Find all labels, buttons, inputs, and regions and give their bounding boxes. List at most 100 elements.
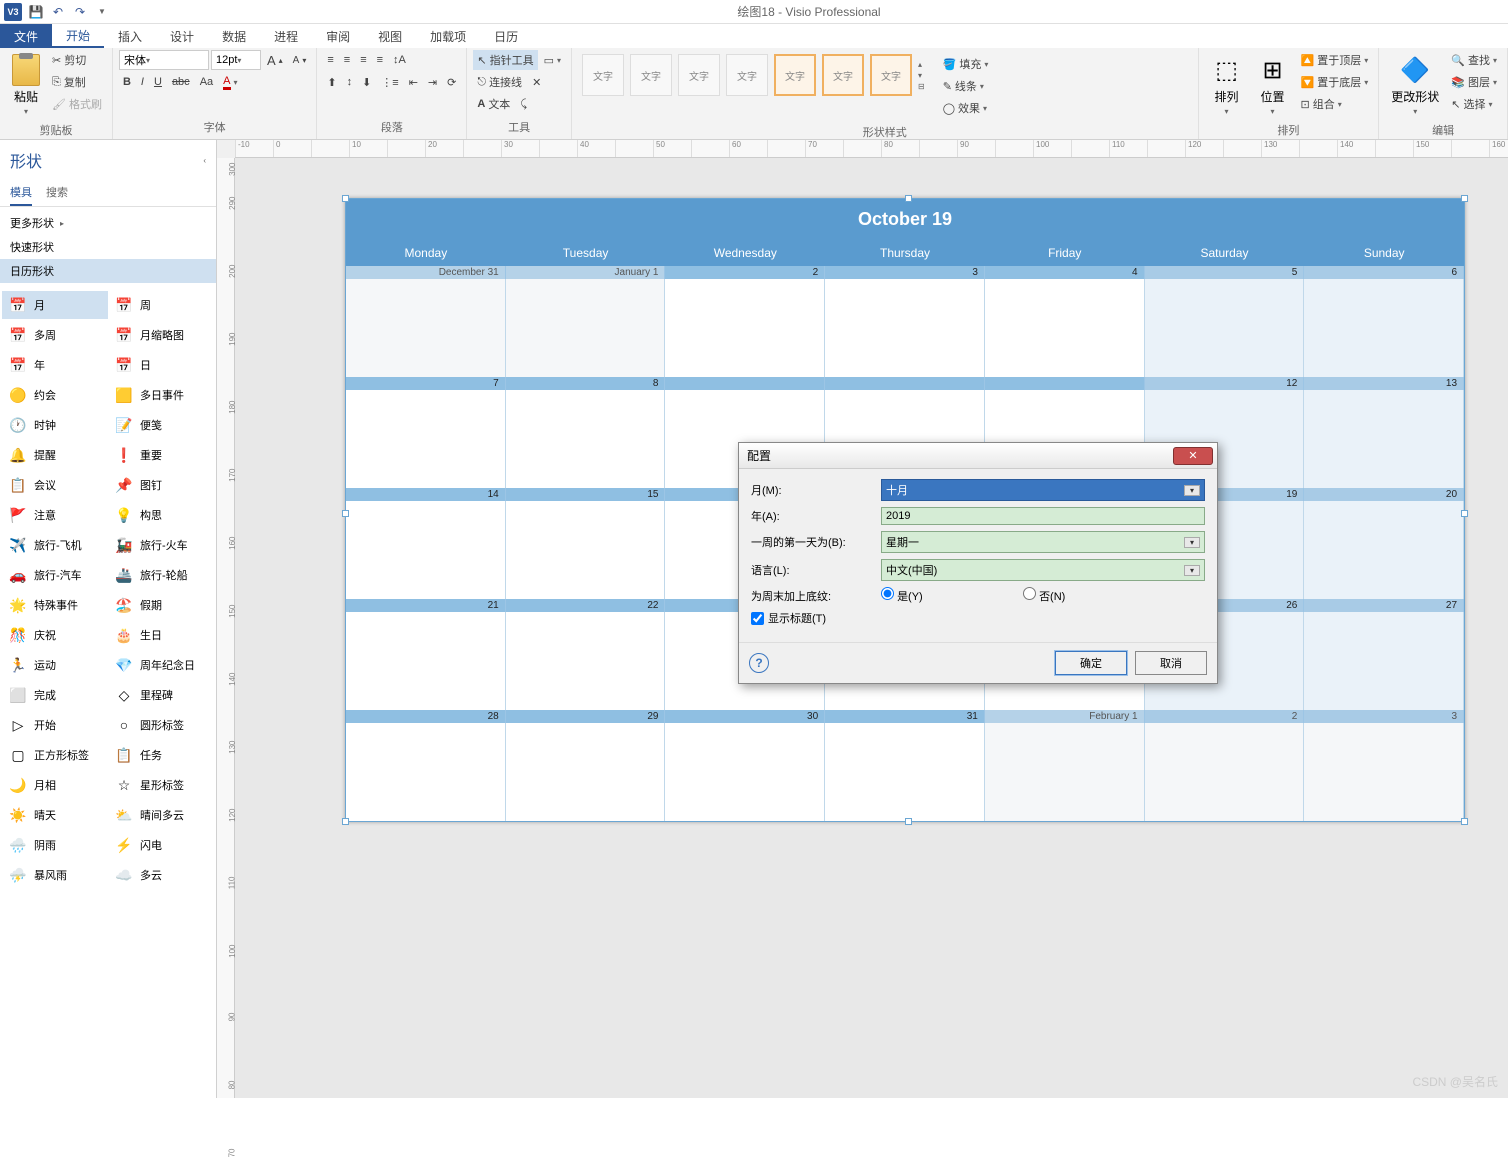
shapes-tab-search[interactable]: 搜索 [46, 180, 68, 206]
date-cell[interactable]: 27 [1304, 599, 1464, 612]
collapse-icon[interactable]: ‹ [203, 156, 206, 165]
font-name-combo[interactable]: 宋体 ▾ [119, 50, 209, 70]
freeform-tool-button[interactable]: ⤹ [516, 94, 531, 114]
order-button[interactable]: ⬚排列▾ [1205, 50, 1249, 120]
date-cell[interactable]: 20 [1304, 488, 1464, 501]
date-cell[interactable]: 12 [1145, 377, 1305, 390]
bring-front-button[interactable]: 🔼置于顶层▾ [1297, 50, 1373, 70]
radio-yes[interactable]: 是(Y) [881, 587, 1011, 604]
tab-addins[interactable]: 加载项 [416, 24, 480, 48]
shape-item[interactable]: ☀️晴天 [2, 801, 108, 829]
date-cell[interactable]: 14 [346, 488, 506, 501]
help-button[interactable]: ? [749, 653, 769, 673]
shape-item[interactable]: 🚗旅行-汽车 [2, 561, 108, 589]
tab-design[interactable]: 设计 [156, 24, 208, 48]
day-cell[interactable] [506, 390, 666, 488]
align-left-button[interactable]: ≡ [323, 50, 337, 70]
text-tool-button[interactable]: A 文本 [473, 94, 514, 114]
style-thumb[interactable]: 文字 [870, 54, 912, 96]
day-cell[interactable] [1304, 279, 1464, 377]
tab-calendar[interactable]: 日历 [480, 24, 532, 48]
lang-combo[interactable]: 中文(中国)▾ [881, 559, 1205, 581]
date-cell[interactable]: 30 [665, 710, 825, 723]
rotate-text-button[interactable]: ⟳ [443, 72, 460, 92]
undo-icon[interactable]: ↶ [50, 4, 66, 20]
date-cell[interactable]: 21 [346, 599, 506, 612]
redo-icon[interactable]: ↷ [72, 4, 88, 20]
day-cell[interactable] [665, 279, 825, 377]
shape-item[interactable]: 🏃运动 [2, 651, 108, 679]
shapes-tab-stencils[interactable]: 模具 [10, 180, 32, 206]
day-cell[interactable] [825, 279, 985, 377]
date-cell[interactable]: January 1 [506, 266, 666, 279]
date-cell[interactable]: 3 [1304, 710, 1464, 723]
shape-item[interactable]: ⛈️暴风雨 [2, 861, 108, 889]
shape-item[interactable]: 🔔提醒 [2, 441, 108, 469]
tab-home[interactable]: 开始 [52, 24, 104, 48]
date-cell[interactable]: 15 [506, 488, 666, 501]
day-cell[interactable] [1145, 723, 1305, 821]
day-cell[interactable] [346, 501, 506, 599]
shape-item[interactable]: 📅月缩略图 [108, 321, 214, 349]
font-size-combo[interactable]: 12pt ▾ [211, 50, 261, 70]
day-cell[interactable] [346, 279, 506, 377]
shape-item[interactable]: ⛅晴间多云 [108, 801, 214, 829]
increase-indent-button[interactable]: ⇥ [424, 72, 441, 92]
day-cell[interactable] [1304, 390, 1464, 488]
shape-item[interactable]: ◇里程碑 [108, 681, 214, 709]
pointer-tool-button[interactable]: ↖指针工具 [473, 50, 537, 70]
tab-data[interactable]: 数据 [208, 24, 260, 48]
shape-item[interactable]: 🚩注意 [2, 501, 108, 529]
day-cell[interactable] [665, 723, 825, 821]
shrink-font-button[interactable]: A▾ [289, 50, 311, 70]
ok-button[interactable]: 确定 [1055, 651, 1127, 675]
dialog-titlebar[interactable]: 配置 ✕ [739, 443, 1217, 469]
day-cell[interactable] [346, 390, 506, 488]
day-cell[interactable] [346, 723, 506, 821]
shape-item[interactable]: 📅周 [108, 291, 214, 319]
copy-button[interactable]: ⎘复制 [48, 72, 106, 92]
shape-item[interactable]: 💎周年纪念日 [108, 651, 214, 679]
date-cell[interactable]: 31 [825, 710, 985, 723]
shape-item[interactable]: ▢正方形标签 [2, 741, 108, 769]
shape-item[interactable]: ❗重要 [108, 441, 214, 469]
bullets-button[interactable]: ⋮≡ [377, 72, 402, 92]
rectangle-tool-button[interactable]: ▭▾ [540, 50, 565, 70]
day-cell[interactable] [1145, 279, 1305, 377]
shape-item[interactable]: 🕐时钟 [2, 411, 108, 439]
showtitle-checkbox[interactable]: 显示标题(T) [751, 610, 881, 626]
valign-top-button[interactable]: ⬆ [323, 72, 340, 92]
date-cell[interactable]: 2 [665, 266, 825, 279]
connector-tool-button[interactable]: ⎋连接线 [473, 72, 526, 92]
shape-item[interactable]: 💡构思 [108, 501, 214, 529]
change-shape-button[interactable]: 🔷更改形状▾ [1385, 50, 1445, 120]
firstday-combo[interactable]: 星期一▾ [881, 531, 1205, 553]
tab-process[interactable]: 进程 [260, 24, 312, 48]
shape-item[interactable]: 🌙月相 [2, 771, 108, 799]
align-center-button[interactable]: ≡ [340, 50, 354, 70]
cross-tool-button[interactable]: ✕ [528, 72, 545, 92]
valign-mid-button[interactable]: ↕ [343, 72, 357, 92]
paste-button[interactable]: 粘贴 ▾ [6, 50, 46, 120]
shape-item[interactable]: 📌图钉 [108, 471, 214, 499]
fill-button[interactable]: 🪣填充▾ [939, 54, 993, 74]
bold-button[interactable]: B [119, 72, 135, 92]
shape-item[interactable]: 🏖️假期 [108, 591, 214, 619]
shape-item[interactable]: 🌟特殊事件 [2, 591, 108, 619]
shape-item[interactable]: ⚡闪电 [108, 831, 214, 859]
shape-item[interactable]: 📅月 [2, 291, 108, 319]
grow-font-button[interactable]: A▴ [263, 50, 287, 70]
date-cell[interactable]: 7 [346, 377, 506, 390]
date-cell[interactable]: 8 [506, 377, 666, 390]
day-cell[interactable] [1304, 723, 1464, 821]
shape-item[interactable]: ○圆形标签 [108, 711, 214, 739]
vertical-text-button[interactable]: ↕A [389, 50, 410, 70]
date-cell[interactable] [985, 377, 1145, 390]
shape-item[interactable]: 📋任务 [108, 741, 214, 769]
date-cell[interactable]: 22 [506, 599, 666, 612]
stencil-quick[interactable]: 快速形状 [0, 235, 216, 259]
date-cell[interactable] [825, 377, 985, 390]
date-cell[interactable]: 4 [985, 266, 1145, 279]
position-button[interactable]: ⊞位置▾ [1251, 50, 1295, 120]
date-cell[interactable]: 29 [506, 710, 666, 723]
